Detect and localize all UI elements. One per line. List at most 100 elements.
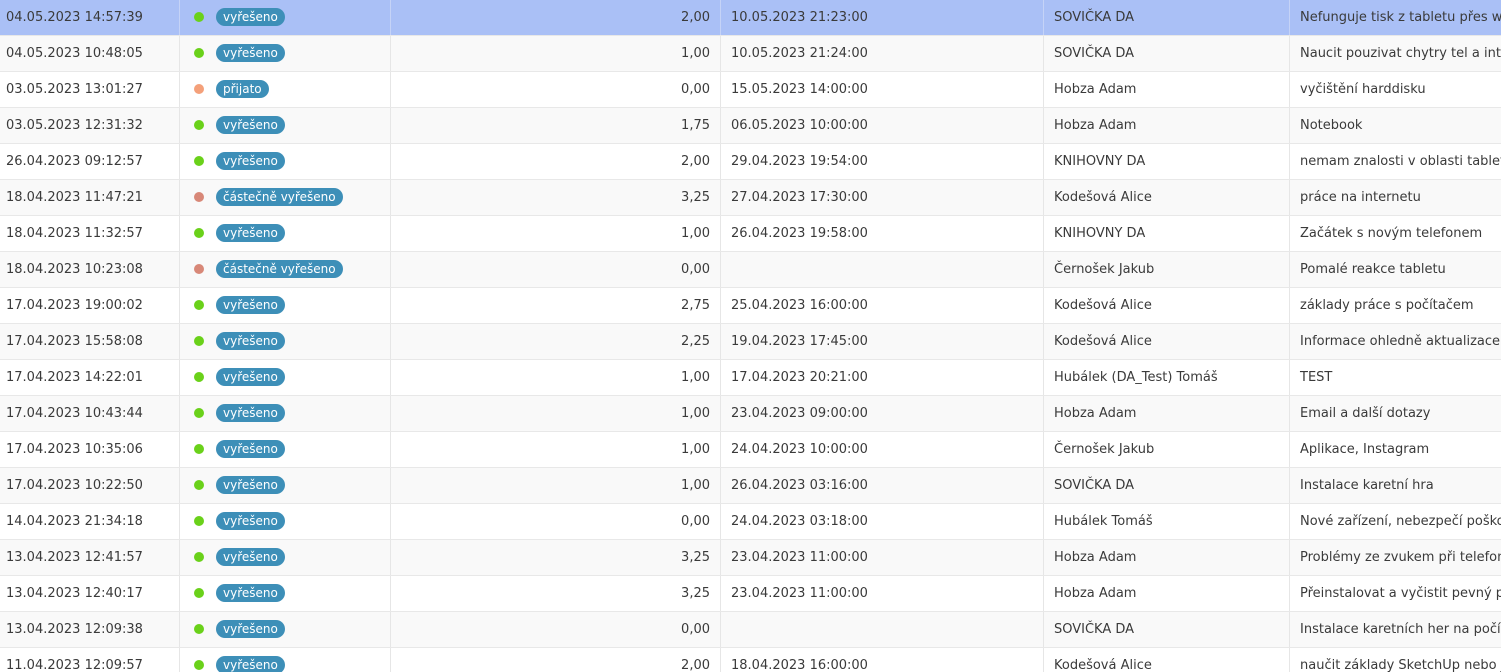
subject-cell: nemam znalosti v oblasti tabletu xyxy=(1300,154,1501,169)
created-cell: 04.05.2023 10:48:05 xyxy=(0,36,180,71)
status-dot-icon xyxy=(194,587,204,598)
created-cell: 13.04.2023 12:09:38 xyxy=(0,612,180,647)
status-cell: vyřešeno xyxy=(180,612,391,647)
table-row[interactable]: 18.04.2023 11:32:57 vyřešeno 1,00 26.04.202… xyxy=(0,216,1501,252)
created-cell: 26.04.2023 09:12:57 xyxy=(0,144,180,179)
status-cell: vyřešeno xyxy=(180,360,391,395)
status-badge: vyřešeno xyxy=(216,475,285,494)
status-dot-icon xyxy=(194,515,204,526)
table-row[interactable]: 03.05.2023 13:01:27 přijato 0,00 15.05.2023… xyxy=(0,72,1501,108)
table-row[interactable]: 17.04.2023 15:58:08 vyřešeno 2,25 19.04.202… xyxy=(0,324,1501,360)
due-date-cell: 23.04.2023 11:00:00 xyxy=(721,576,1044,611)
status-badge: vyřešeno xyxy=(216,655,285,672)
table-row[interactable]: 03.05.2023 12:31:32 vyřešeno 1,75 06.05.202… xyxy=(0,108,1501,144)
status-cell: vyřešeno xyxy=(180,108,391,143)
user-cell: Černošek Jakub xyxy=(1044,432,1290,467)
table-row[interactable]: 13.04.2023 12:09:38 vyřešeno 0,00 SOVIČKA D… xyxy=(0,612,1501,648)
status-cell: vyřešeno xyxy=(180,144,391,179)
created-cell: 17.04.2023 10:35:06 xyxy=(0,432,180,467)
subject-cell: Informace ohledně aktualizace. xyxy=(1300,334,1501,349)
status-badge: vyřešeno xyxy=(216,583,285,602)
subject-cell: Notebook xyxy=(1300,118,1363,133)
hours-cell: 2,75 xyxy=(391,288,721,323)
created-cell: 17.04.2023 14:22:01 xyxy=(0,360,180,395)
subject-cell: Naucit pouzivat chytry tel a interi xyxy=(1300,46,1501,61)
user-cell: Hubálek (DA_Test) Tomáš xyxy=(1044,360,1290,395)
subject-cell: Instalace karetních her na počítač xyxy=(1300,622,1501,637)
subject-cell: Instalace karetní hra xyxy=(1300,478,1434,493)
table-row[interactable]: 04.05.2023 14:57:39 vyřešeno 2,00 10.05.202… xyxy=(0,0,1501,36)
user-cell: SOVIČKA DA xyxy=(1044,36,1290,71)
hours-cell: 1,00 xyxy=(391,216,721,251)
status-badge: vyřešeno xyxy=(216,403,285,422)
due-date-cell: 24.04.2023 10:00:00 xyxy=(721,432,1044,467)
table-row[interactable]: 17.04.2023 14:22:01 vyřešeno 1,00 17.04.202… xyxy=(0,360,1501,396)
hours-cell: 0,00 xyxy=(391,612,721,647)
subject-cell: práce na internetu xyxy=(1300,190,1421,205)
created-cell: 14.04.2023 21:34:18 xyxy=(0,504,180,539)
hours-cell: 1,00 xyxy=(391,36,721,71)
hours-cell: 0,00 xyxy=(391,72,721,107)
user-cell: Kodešová Alice xyxy=(1044,324,1290,359)
status-dot-icon xyxy=(194,11,204,22)
subject-cell: Nefunguje tisk z tabletu přes wifi xyxy=(1300,10,1501,25)
user-cell: KNIHOVNY DA xyxy=(1044,216,1290,251)
table-row[interactable]: 13.04.2023 12:41:57 vyřešeno 3,25 23.04.202… xyxy=(0,540,1501,576)
status-dot-icon xyxy=(194,623,204,634)
due-date-cell: 23.04.2023 09:00:00 xyxy=(721,396,1044,431)
subject-cell: naučit základy SketchUp nebo jin xyxy=(1300,658,1501,672)
table-row[interactable]: 13.04.2023 12:40:17 vyřešeno 3,25 23.04.202… xyxy=(0,576,1501,612)
hours-cell: 1,00 xyxy=(391,396,721,431)
table-row[interactable]: 17.04.2023 19:00:02 vyřešeno 2,75 25.04.202… xyxy=(0,288,1501,324)
status-dot-icon xyxy=(194,335,204,346)
table-row[interactable]: 17.04.2023 10:22:50 vyřešeno 1,00 26.04.202… xyxy=(0,468,1501,504)
subject-cell: Aplikace, Instagram xyxy=(1300,442,1430,457)
created-cell: 18.04.2023 10:23:08 xyxy=(0,252,180,287)
created-cell: 17.04.2023 10:22:50 xyxy=(0,468,180,503)
hours-cell: 2,00 xyxy=(391,144,721,179)
hours-cell: 0,00 xyxy=(391,252,721,287)
status-badge: přijato xyxy=(216,79,269,98)
subject-cell: Pomalé reakce tabletu xyxy=(1300,262,1446,277)
due-date-cell xyxy=(721,612,1044,647)
status-dot-icon xyxy=(194,299,204,310)
subject-cell: vyčištění harddisku xyxy=(1300,82,1426,97)
status-cell: vyřešeno xyxy=(180,36,391,71)
user-cell: Hobza Adam xyxy=(1044,108,1290,143)
status-badge: částečně vyřešeno xyxy=(216,259,343,278)
table-row[interactable]: 26.04.2023 09:12:57 vyřešeno 2,00 29.04.202… xyxy=(0,144,1501,180)
table-row[interactable]: 14.04.2023 21:34:18 vyřešeno 0,00 24.04.202… xyxy=(0,504,1501,540)
subject-cell: TEST xyxy=(1300,370,1333,385)
due-date-cell: 19.04.2023 17:45:00 xyxy=(721,324,1044,359)
status-cell: vyřešeno xyxy=(180,288,391,323)
hours-cell: 2,25 xyxy=(391,324,721,359)
table-row[interactable]: 17.04.2023 10:35:06 vyřešeno 1,00 24.04.202… xyxy=(0,432,1501,468)
subject-cell: základy práce s počítačem xyxy=(1300,298,1474,313)
status-badge: vyřešeno xyxy=(216,43,285,62)
table-row[interactable]: 11.04.2023 12:09:57 vyřešeno 2,00 18.04.202… xyxy=(0,648,1501,672)
status-dot-icon xyxy=(194,119,204,130)
due-date-cell: 17.04.2023 20:21:00 xyxy=(721,360,1044,395)
status-cell: částečně vyřešeno xyxy=(180,252,391,287)
table-row[interactable]: 18.04.2023 11:47:21 částečně vyřešeno 3,25… xyxy=(0,180,1501,216)
status-cell: přijato xyxy=(180,72,391,107)
table-row[interactable]: 18.04.2023 10:23:08 částečně vyřešeno 0,00… xyxy=(0,252,1501,288)
status-cell: vyřešeno xyxy=(180,396,391,431)
status-dot-icon xyxy=(194,407,204,418)
status-badge: vyřešeno xyxy=(216,367,285,386)
due-date-cell: 25.04.2023 16:00:00 xyxy=(721,288,1044,323)
created-cell: 03.05.2023 13:01:27 xyxy=(0,72,180,107)
due-date-cell: 06.05.2023 10:00:00 xyxy=(721,108,1044,143)
status-cell: vyřešeno xyxy=(180,504,391,539)
created-cell: 17.04.2023 10:43:44 xyxy=(0,396,180,431)
subject-cell: Začátek s novým telefonem xyxy=(1300,226,1483,241)
subject-cell: Problémy ze zvukem při telefonát xyxy=(1300,550,1501,565)
hours-cell: 0,00 xyxy=(391,504,721,539)
status-cell: vyřešeno xyxy=(180,540,391,575)
table-row[interactable]: 04.05.2023 10:48:05 vyřešeno 1,00 10.05.202… xyxy=(0,36,1501,72)
created-cell: 13.04.2023 12:40:17 xyxy=(0,576,180,611)
user-cell: KNIHOVNY DA xyxy=(1044,144,1290,179)
status-badge: částečně vyřešeno xyxy=(216,187,343,206)
status-dot-icon xyxy=(194,551,204,562)
table-row[interactable]: 17.04.2023 10:43:44 vyřešeno 1,00 23.04.202… xyxy=(0,396,1501,432)
